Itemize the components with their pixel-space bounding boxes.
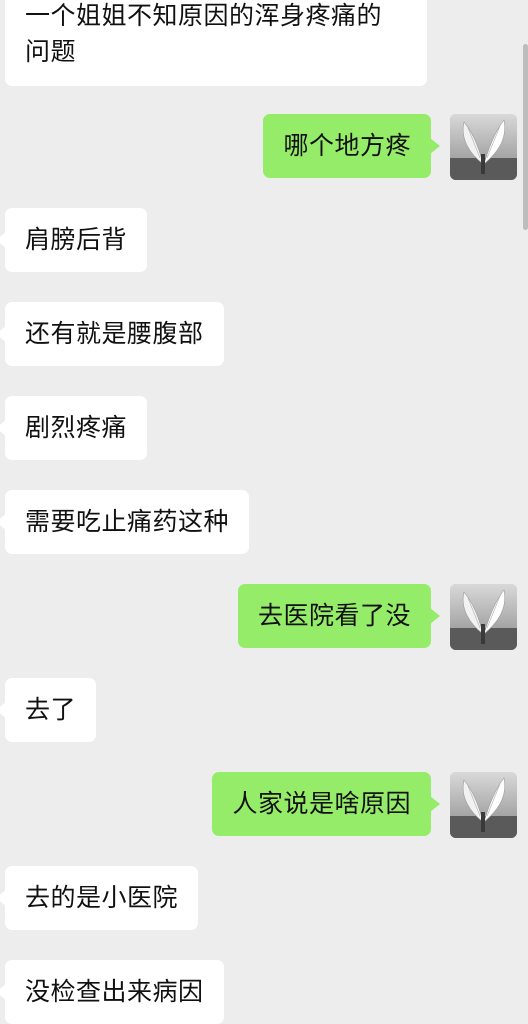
message-text: 去的是小医院 (25, 883, 179, 912)
angel-wings-avatar-icon (450, 114, 517, 180)
message-bubble-incoming[interactable]: 肩膀后背 (0, 208, 148, 272)
message-text: 一个姐姐不知原因的浑身疼痛的问题 (25, 1, 383, 66)
scrollbar[interactable] (523, 44, 528, 230)
message-bubble-incoming[interactable]: 还有就是腰腹部 (0, 302, 224, 366)
message-text: 哪个地方疼 (283, 131, 411, 160)
message-bubble-incoming[interactable]: 没检查出来病因 (0, 960, 224, 1024)
message-text: 人家说是啥原因 (232, 789, 411, 818)
message-text: 去医院看了没 (257, 601, 411, 630)
user-avatar-icon[interactable] (450, 772, 517, 838)
chat-message-list[interactable]: 一个姐姐不知原因的浑身疼痛的问题 哪个地方疼 肩膀后背 还有就是腰腹部 剧烈疼痛… (0, 0, 528, 1024)
message-text: 还有就是腰腹部 (25, 319, 204, 348)
message-bubble-incoming[interactable]: 一个姐姐不知原因的浑身疼痛的问题 (5, 0, 427, 86)
message-text: 没检查出来病因 (25, 977, 204, 1006)
message-text: 需要吃止痛药这种 (25, 507, 230, 536)
user-avatar-icon[interactable] (450, 584, 517, 650)
angel-wings-avatar-icon (450, 584, 517, 650)
message-text: 剧烈疼痛 (25, 413, 128, 442)
angel-wings-avatar-icon (450, 772, 517, 838)
user-avatar-icon[interactable] (450, 114, 517, 180)
message-bubble-outgoing[interactable]: 去医院看了没 (237, 584, 441, 648)
message-bubble-incoming[interactable]: 需要吃止痛药这种 (0, 490, 250, 554)
message-bubble-incoming[interactable]: 去了 (0, 678, 97, 742)
message-bubble-incoming[interactable]: 剧烈疼痛 (0, 396, 148, 460)
message-text: 肩膀后背 (25, 225, 128, 254)
message-text: 去了 (25, 695, 77, 724)
message-bubble-outgoing[interactable]: 哪个地方疼 (263, 114, 440, 178)
message-bubble-outgoing[interactable]: 人家说是啥原因 (212, 772, 440, 836)
message-bubble-incoming[interactable]: 去的是小医院 (0, 866, 199, 930)
